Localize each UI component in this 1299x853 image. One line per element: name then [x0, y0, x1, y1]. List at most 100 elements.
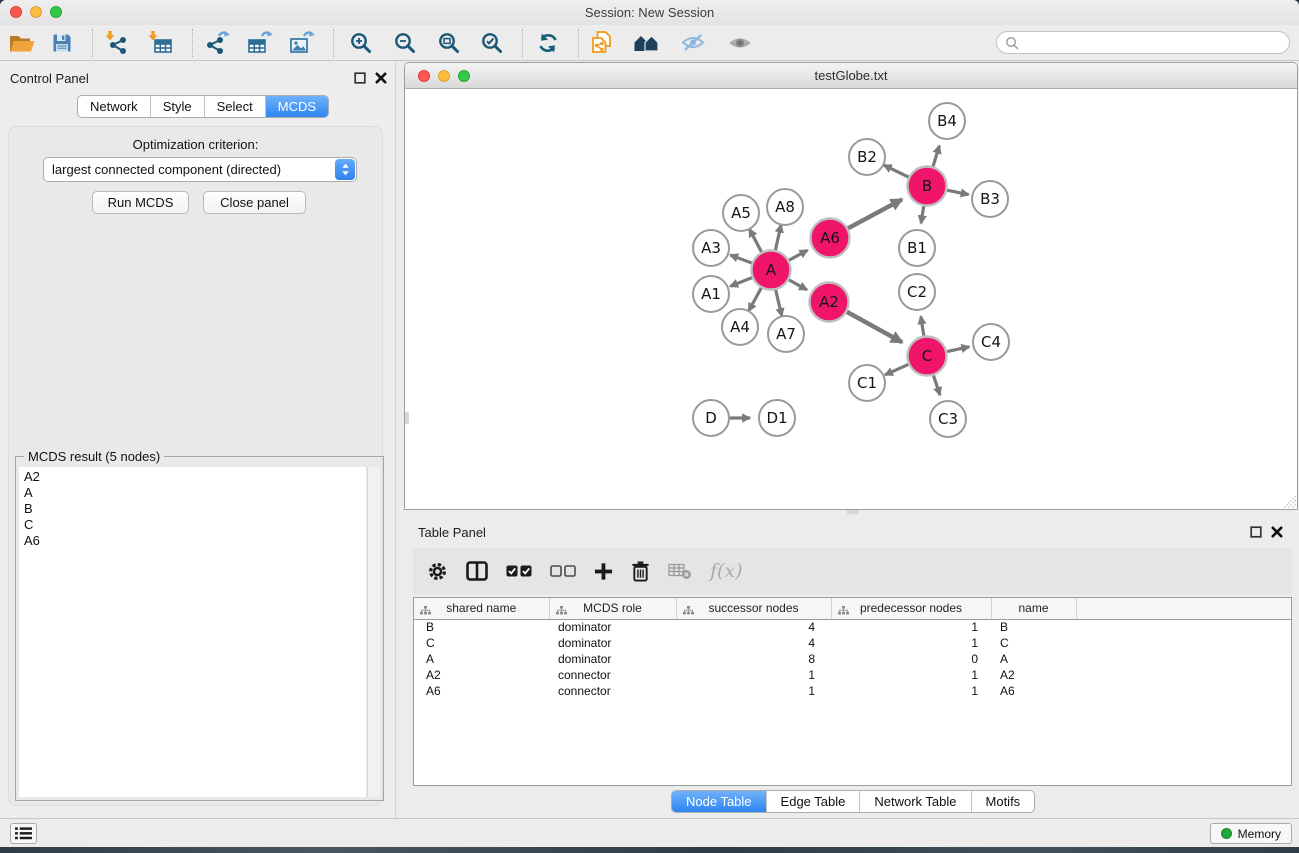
table-row[interactable]: Adominator80A [414, 651, 1291, 667]
result-item[interactable]: C [19, 517, 366, 533]
graph-edge-A-A2[interactable] [789, 280, 807, 290]
table-cell[interactable]: C [414, 635, 549, 651]
table-cell[interactable]: dominator [549, 651, 676, 667]
float-panel-icon[interactable] [354, 72, 366, 84]
run-mcds-button[interactable]: Run MCDS [92, 191, 189, 214]
table-row[interactable]: Bdominator41B [414, 619, 1291, 635]
column-header-shared-name[interactable]: shared name [414, 598, 549, 619]
table-cell[interactable]: 1 [831, 635, 991, 651]
network-window-titlebar[interactable]: testGlobe.txt [405, 63, 1297, 89]
graph-edge-A-A1[interactable] [730, 278, 752, 287]
result-item[interactable]: A [19, 485, 366, 501]
network-graph[interactable]: B4B2BB3A5A8A6B1A3AC2A1A2A4A7C4CC1C3DD1 [405, 89, 1297, 509]
table-row[interactable]: Cdominator41C [414, 635, 1291, 651]
zoom-selected-button[interactable] [474, 27, 510, 59]
graph-edge-A-A8[interactable] [775, 225, 781, 250]
function-builder-button[interactable]: f(x) [710, 562, 743, 581]
memory-button[interactable]: Memory [1210, 823, 1292, 844]
delete-table-button[interactable] [668, 562, 692, 580]
search-box[interactable] [996, 31, 1290, 54]
graph-edge-C-C3[interactable] [933, 375, 940, 395]
table-cell[interactable]: dominator [549, 635, 676, 651]
open-file-button[interactable] [4, 27, 40, 59]
resize-grip-icon[interactable] [1282, 494, 1296, 508]
network-home-button[interactable] [629, 27, 665, 59]
table-row[interactable]: A6connector11A6 [414, 683, 1291, 699]
table-cell[interactable]: C [991, 635, 1076, 651]
zoom-fit-button[interactable] [431, 27, 467, 59]
tab-motifs[interactable]: Motifs [971, 791, 1035, 812]
close-panel-button[interactable]: Close panel [203, 191, 306, 214]
network-canvas[interactable]: B4B2BB3A5A8A6B1A3AC2A1A2A4A7C4CC1C3DD1 [405, 89, 1297, 509]
result-item[interactable]: A6 [19, 533, 366, 549]
tab-network-table[interactable]: Network Table [859, 791, 970, 812]
add-column-button[interactable] [594, 562, 613, 581]
tab-node-table[interactable]: Node Table [672, 791, 766, 812]
table-cell[interactable]: 4 [676, 619, 831, 635]
main-titlebar[interactable]: Session: New Session [0, 0, 1299, 25]
tab-select[interactable]: Select [204, 96, 265, 117]
graph-edge-A-A7[interactable] [776, 290, 782, 316]
graph-edge-C-C1[interactable] [885, 364, 908, 374]
mcds-result-list[interactable]: A2ABCA6 [19, 467, 366, 797]
graph-edge-C-C2[interactable] [921, 316, 924, 335]
table-cell[interactable]: B [991, 619, 1076, 635]
graph-edge-A2-C[interactable] [847, 312, 902, 342]
column-header-predecessor-nodes[interactable]: predecessor nodes [831, 598, 991, 619]
graph-edge-B-B4[interactable] [933, 146, 939, 167]
delete-column-button[interactable] [631, 561, 650, 582]
hide-selected-button[interactable] [675, 27, 711, 59]
tab-edge-table[interactable]: Edge Table [766, 791, 860, 812]
table-cell[interactable]: 1 [676, 667, 831, 683]
table-cell[interactable]: A6 [414, 683, 549, 699]
scrollbar-mark[interactable] [405, 412, 409, 424]
graph-edge-B-B2[interactable] [884, 165, 909, 177]
deselect-all-columns-button[interactable] [550, 565, 576, 577]
table-cell[interactable]: 1 [831, 683, 991, 699]
graph-edge-A-A4[interactable] [749, 288, 762, 311]
import-network-button[interactable] [99, 27, 135, 59]
minimize-network-window-button[interactable] [438, 70, 450, 82]
graph-edge-B-B3[interactable] [947, 190, 969, 194]
graph-edge-B-B1[interactable] [921, 206, 924, 223]
close-panel-icon[interactable] [375, 72, 387, 84]
task-history-button[interactable] [10, 823, 37, 844]
result-scrollbar[interactable] [367, 467, 380, 797]
column-header-name[interactable]: name [991, 598, 1076, 619]
maximize-network-window-button[interactable] [458, 70, 470, 82]
table-cell[interactable]: A [414, 651, 549, 667]
search-input[interactable] [1023, 34, 1289, 51]
export-table-button[interactable] [242, 27, 278, 59]
table-cell[interactable]: connector [549, 683, 676, 699]
graph-edge-C-C4[interactable] [947, 347, 969, 352]
import-table-button[interactable] [142, 27, 178, 59]
graph-edge-A-A3[interactable] [730, 255, 752, 263]
close-table-panel-icon[interactable] [1271, 526, 1283, 538]
tab-mcds[interactable]: MCDS [265, 96, 328, 117]
zoom-out-button[interactable] [387, 27, 423, 59]
table-cell[interactable]: 0 [831, 651, 991, 667]
export-image-button[interactable] [284, 27, 320, 59]
table-settings-button[interactable] [427, 561, 448, 582]
table-cell[interactable]: connector [549, 667, 676, 683]
criterion-select[interactable]: largest connected component (directed) [43, 157, 357, 182]
table-cell[interactable]: B [414, 619, 549, 635]
table-cell[interactable]: A [991, 651, 1076, 667]
refresh-button[interactable] [530, 27, 566, 59]
graph-edge-A-A6[interactable] [789, 250, 808, 260]
table-cell[interactable]: A6 [991, 683, 1076, 699]
column-header-MCDS-role[interactable]: MCDS role [549, 598, 676, 619]
table-cell[interactable]: 1 [831, 667, 991, 683]
zoom-in-button[interactable] [343, 27, 379, 59]
column-header-successor-nodes[interactable]: successor nodes [676, 598, 831, 619]
tab-network[interactable]: Network [78, 96, 150, 117]
split-column-button[interactable] [466, 561, 488, 581]
tab-style[interactable]: Style [150, 96, 204, 117]
result-item[interactable]: B [19, 501, 366, 517]
duplicate-network-button[interactable] [584, 27, 620, 59]
show-all-button[interactable] [722, 27, 758, 59]
select-all-columns-button[interactable] [506, 565, 532, 577]
graph-edge-A6-B[interactable] [848, 199, 902, 228]
close-network-window-button[interactable] [418, 70, 430, 82]
table-cell[interactable]: dominator [549, 619, 676, 635]
